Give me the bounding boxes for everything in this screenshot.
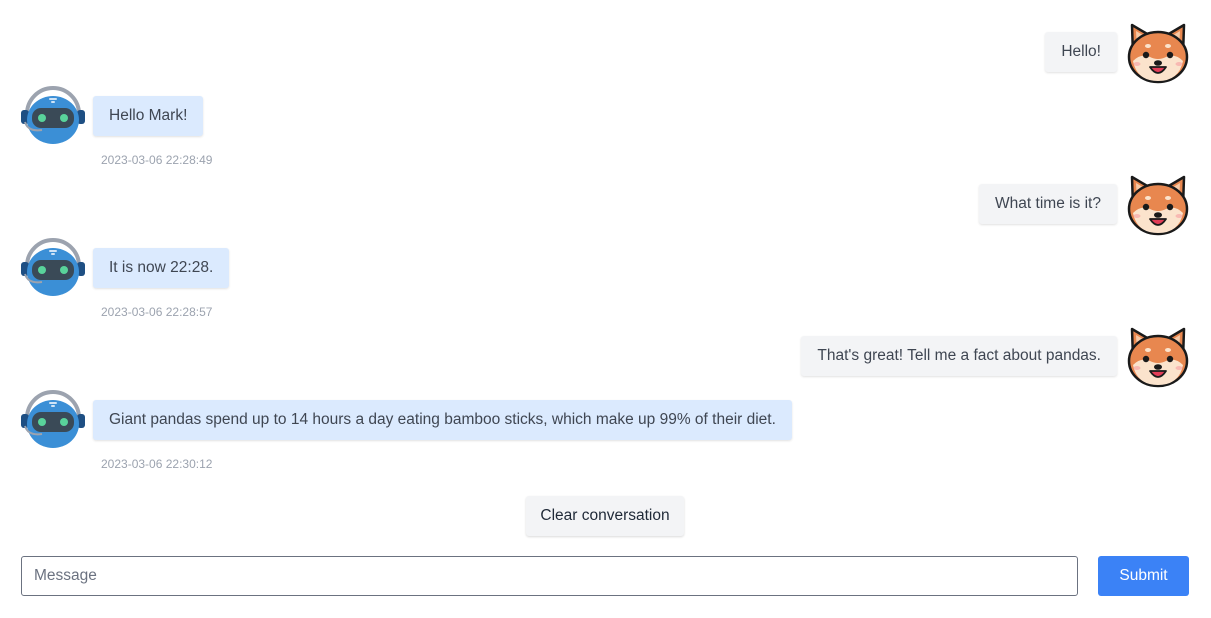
message-input[interactable] xyxy=(21,556,1078,596)
clear-conversation-button[interactable]: Clear conversation xyxy=(526,496,684,536)
message-row-bot: Giant pandas spend up to 14 hours a day … xyxy=(0,0,1211,480)
message-timestamp: 2023-03-06 22:30:12 xyxy=(101,457,213,471)
submit-button[interactable]: Submit xyxy=(1098,556,1189,596)
bot-message-bubble: Giant pandas spend up to 14 hours a day … xyxy=(93,400,792,440)
robot-headset-icon xyxy=(20,388,86,454)
